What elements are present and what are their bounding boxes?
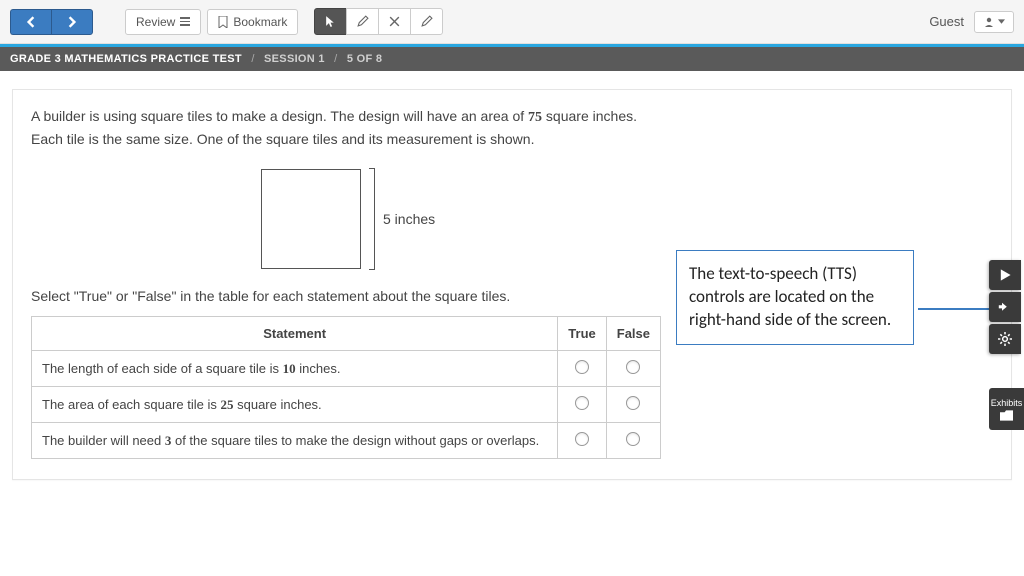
callout-arrow-line — [918, 308, 1000, 310]
statement-table: Statement True False The length of each … — [31, 316, 661, 459]
table-row: The length of each side of a square tile… — [32, 351, 661, 387]
tts-side-panel: Exhibits — [989, 260, 1024, 430]
radio-true[interactable] — [575, 360, 589, 374]
highlight-button[interactable] — [410, 8, 443, 35]
true-cell — [558, 423, 606, 459]
radio-true[interactable] — [575, 396, 589, 410]
col-false: False — [606, 317, 660, 351]
nav-group — [10, 9, 93, 35]
breadcrumb-progress: 5 OF 8 — [347, 53, 382, 65]
guest-label: Guest — [929, 14, 964, 29]
tts-callout: The text-to-speech (TTS) controls are lo… — [676, 250, 914, 345]
table-row: The builder will need 3 of the square ti… — [32, 423, 661, 459]
bookmark-icon — [218, 16, 228, 28]
review-label: Review — [136, 15, 175, 29]
radio-false[interactable] — [626, 360, 640, 374]
square-tile — [261, 169, 361, 269]
back-button[interactable] — [10, 9, 51, 35]
statement-cell: The length of each side of a square tile… — [32, 351, 558, 387]
list-icon — [180, 17, 190, 26]
dimension-bracket — [369, 168, 375, 270]
col-true: True — [558, 317, 606, 351]
true-cell — [558, 351, 606, 387]
radio-false[interactable] — [626, 432, 640, 446]
caret-down-icon — [998, 19, 1005, 24]
review-button[interactable]: Review — [125, 9, 201, 35]
false-cell — [606, 423, 660, 459]
forward-button[interactable] — [51, 9, 93, 35]
pencil-button[interactable] — [346, 8, 379, 35]
bookmark-button[interactable]: Bookmark — [207, 9, 298, 35]
radio-false[interactable] — [626, 396, 640, 410]
dimension-label: 5 inches — [383, 211, 435, 227]
bookmark-label: Bookmark — [233, 15, 287, 29]
radio-true[interactable] — [575, 432, 589, 446]
folder-icon — [1000, 410, 1013, 421]
tts-play-button[interactable] — [989, 260, 1021, 290]
breadcrumb-session: SESSION 1 — [264, 53, 325, 65]
edit-tools — [314, 8, 443, 35]
exhibits-button[interactable]: Exhibits — [989, 388, 1024, 430]
pointer-button[interactable] — [314, 8, 347, 35]
true-cell — [558, 387, 606, 423]
tts-settings-button[interactable] — [989, 324, 1021, 354]
erase-button[interactable] — [378, 8, 411, 35]
statement-cell: The area of each square tile is 25 squar… — [32, 387, 558, 423]
exhibits-label: Exhibits — [991, 398, 1023, 408]
false-cell — [606, 351, 660, 387]
false-cell — [606, 387, 660, 423]
breadcrumb-test: GRADE 3 MATHEMATICS PRACTICE TEST — [10, 53, 242, 65]
top-toolbar: Review Bookmark Guest — [0, 0, 1024, 44]
breadcrumb: GRADE 3 MATHEMATICS PRACTICE TEST / SESS… — [0, 47, 1024, 71]
user-icon — [983, 16, 995, 28]
tts-audio-button[interactable] — [989, 292, 1021, 322]
table-row: The area of each square tile is 25 squar… — [32, 387, 661, 423]
col-statement: Statement — [32, 317, 558, 351]
user-menu-button[interactable] — [974, 11, 1014, 33]
statement-cell: The builder will need 3 of the square ti… — [32, 423, 558, 459]
question-prompt: A builder is using square tiles to make … — [31, 106, 671, 150]
